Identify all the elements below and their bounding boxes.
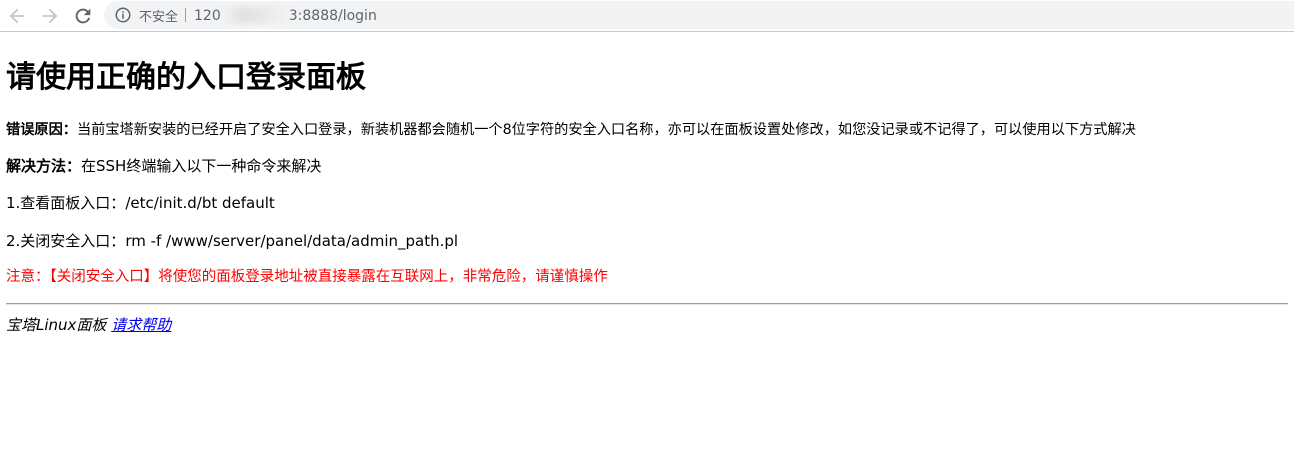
divider — [6, 303, 1288, 305]
omnibox-divider — [185, 8, 187, 22]
solution-label: 解决方法： — [6, 157, 82, 175]
reload-button[interactable] — [72, 5, 94, 27]
security-status-label[interactable]: 不安全 — [139, 6, 178, 25]
footer-brand: 宝塔Linux面板 — [6, 316, 107, 334]
info-icon[interactable] — [114, 6, 132, 24]
back-button[interactable] — [6, 5, 28, 27]
back-arrow-icon — [9, 8, 25, 24]
warning-notice: 注意：【关闭安全入口】将使您的面板登录地址被直接暴露在互联网上，非常危险，请谨慎… — [6, 269, 608, 285]
forward-arrow-icon — [42, 8, 58, 24]
view-entry-command: 1.查看面板入口：/etc/init.d/bt default — [6, 193, 275, 213]
help-link[interactable]: 请求帮助 — [111, 316, 171, 334]
url-suffix: 3:8888/login — [288, 7, 377, 24]
url-prefix: 120 — [194, 7, 221, 24]
forward-button[interactable] — [39, 5, 61, 27]
error-reason-paragraph: 错误原因：当前宝塔新安装的已经开启了安全入口登录，新装机器都会随机一个8位字符的… — [6, 120, 1136, 140]
disable-entry-label: 2.关闭安全入口： — [6, 232, 126, 250]
solution-text: 在SSH终端输入以下一种命令来解决 — [81, 157, 322, 175]
url-text[interactable]: 120 3:8888/login — [194, 6, 377, 24]
view-entry-command-text: /etc/init.d/bt default — [125, 194, 275, 212]
view-entry-label: 1.查看面板入口： — [6, 194, 126, 212]
browser-toolbar: 不安全 120 3:8888/login — [0, 0, 1294, 32]
error-reason-label: 错误原因： — [6, 122, 77, 138]
page-title: 请使用正确的入口登录面板 — [6, 60, 366, 95]
url-redacted-region — [222, 6, 289, 23]
error-reason-text: 当前宝塔新安装的已经开启了安全入口登录，新装机器都会随机一个8位字符的安全入口名… — [76, 122, 1136, 138]
reload-icon — [75, 8, 91, 24]
address-bar[interactable]: 不安全 120 3:8888/login — [104, 1, 1294, 29]
footer: 宝塔Linux面板 请求帮助 — [6, 315, 171, 335]
disable-entry-command-text: rm -f /www/server/panel/data/admin_path.… — [125, 232, 459, 250]
disable-entry-command: 2.关闭安全入口：rm -f /www/server/panel/data/ad… — [6, 231, 458, 251]
solution-paragraph: 解决方法：在SSH终端输入以下一种命令来解决 — [6, 156, 321, 176]
